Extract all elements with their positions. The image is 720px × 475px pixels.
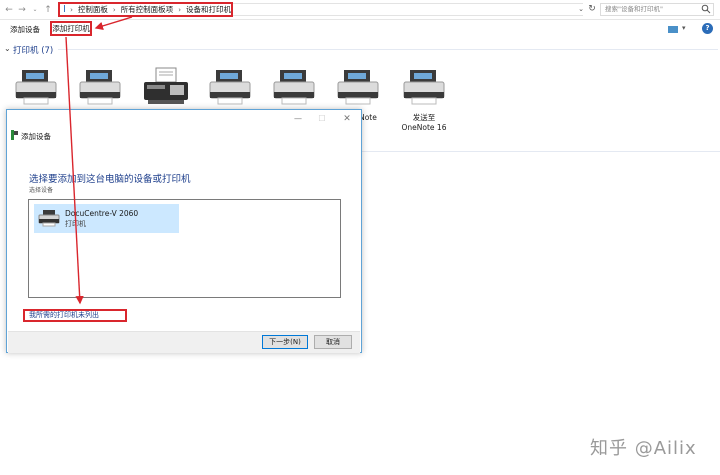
device-type: 打印机 — [65, 220, 86, 228]
fax-device-icon[interactable] — [140, 66, 192, 110]
maximize-icon: ☐ — [318, 114, 326, 123]
device-list[interactable]: DocuCentre-V 2060 打印机 — [28, 199, 341, 298]
recent-chevron-down-icon[interactable]: ⌄ — [29, 3, 41, 17]
printer-device-icon[interactable] — [204, 66, 256, 110]
back-arrow-icon[interactable]: ← — [3, 3, 15, 17]
up-arrow-icon[interactable]: ↑ — [42, 3, 54, 17]
group-collapse-chevron-icon[interactable]: ⌄ — [4, 44, 11, 53]
next-button[interactable]: 下一步(N) — [262, 335, 308, 349]
dialog-subheading: 选择设备 — [29, 187, 54, 194]
breadcrumb-item-control-panel[interactable]: 控制面板 — [78, 4, 108, 15]
breadcrumb-separator-icon: › — [112, 5, 116, 14]
refresh-icon[interactable]: ↻ — [586, 3, 598, 16]
group-divider — [360, 151, 720, 152]
printer-device-icon[interactable] — [74, 66, 126, 110]
address-dropdown-chevron-icon[interactable]: ⌄ — [576, 3, 586, 16]
breadcrumb-item-all-items[interactable]: 所有控制面板项 — [121, 4, 174, 15]
add-device-dialog: — ☐ ✕ 添加设备 选择要添加到这台电脑的设备或打印机 选择设备 DocuCe… — [6, 109, 362, 353]
search-icon[interactable] — [701, 4, 711, 14]
group-divider — [58, 49, 718, 50]
breadcrumb-item-devices-printers[interactable]: 设备和打印机 — [186, 4, 231, 15]
minimize-icon[interactable]: — — [293, 114, 303, 124]
add-device-button[interactable]: 添加设备 — [10, 24, 40, 35]
forward-arrow-icon[interactable]: → — [16, 3, 28, 17]
add-printer-button[interactable]: 添加打印机 — [50, 21, 92, 36]
watermark: 知乎 @Ailix — [590, 438, 697, 459]
device-label: OneNote 16 — [401, 123, 447, 132]
close-icon[interactable]: ✕ — [342, 114, 352, 124]
dialog-title: 添加设备 — [21, 132, 51, 141]
help-icon[interactable]: ? — [702, 23, 713, 34]
printer-icon — [38, 210, 60, 227]
cancel-button[interactable]: 取消 — [314, 335, 352, 349]
device-name: DocuCentre-V 2060 — [65, 209, 139, 218]
address-bar-empty-area[interactable] — [233, 3, 583, 16]
control-panel-icon — [64, 5, 66, 12]
view-dropdown-chevron-icon[interactable]: ▾ — [682, 24, 686, 32]
printer-not-listed-link[interactable]: 我所需的打印机未列出 — [23, 309, 127, 322]
breadcrumb-separator-icon: › — [70, 5, 73, 14]
list-item[interactable]: DocuCentre-V 2060 打印机 — [34, 204, 179, 233]
printers-group-header[interactable]: 打印机 (7) — [13, 44, 53, 56]
printer-device-icon[interactable] — [398, 66, 450, 110]
printer-device-icon[interactable] — [332, 66, 384, 110]
add-device-icon — [11, 130, 18, 140]
dialog-heading: 选择要添加到这台电脑的设备或打印机 — [29, 174, 191, 185]
device-label: 发送至 — [412, 113, 436, 122]
breadcrumb[interactable]: › 控制面板 › 所有控制面板项 › 设备和打印机 — [58, 2, 233, 17]
breadcrumb-separator-icon: › — [178, 5, 181, 14]
search-input[interactable]: 搜索"设备和打印机" — [600, 3, 714, 16]
printer-device-icon[interactable] — [268, 66, 320, 110]
command-bar — [0, 20, 720, 38]
printer-device-icon[interactable] — [10, 66, 62, 110]
view-options-icon[interactable] — [668, 26, 678, 33]
